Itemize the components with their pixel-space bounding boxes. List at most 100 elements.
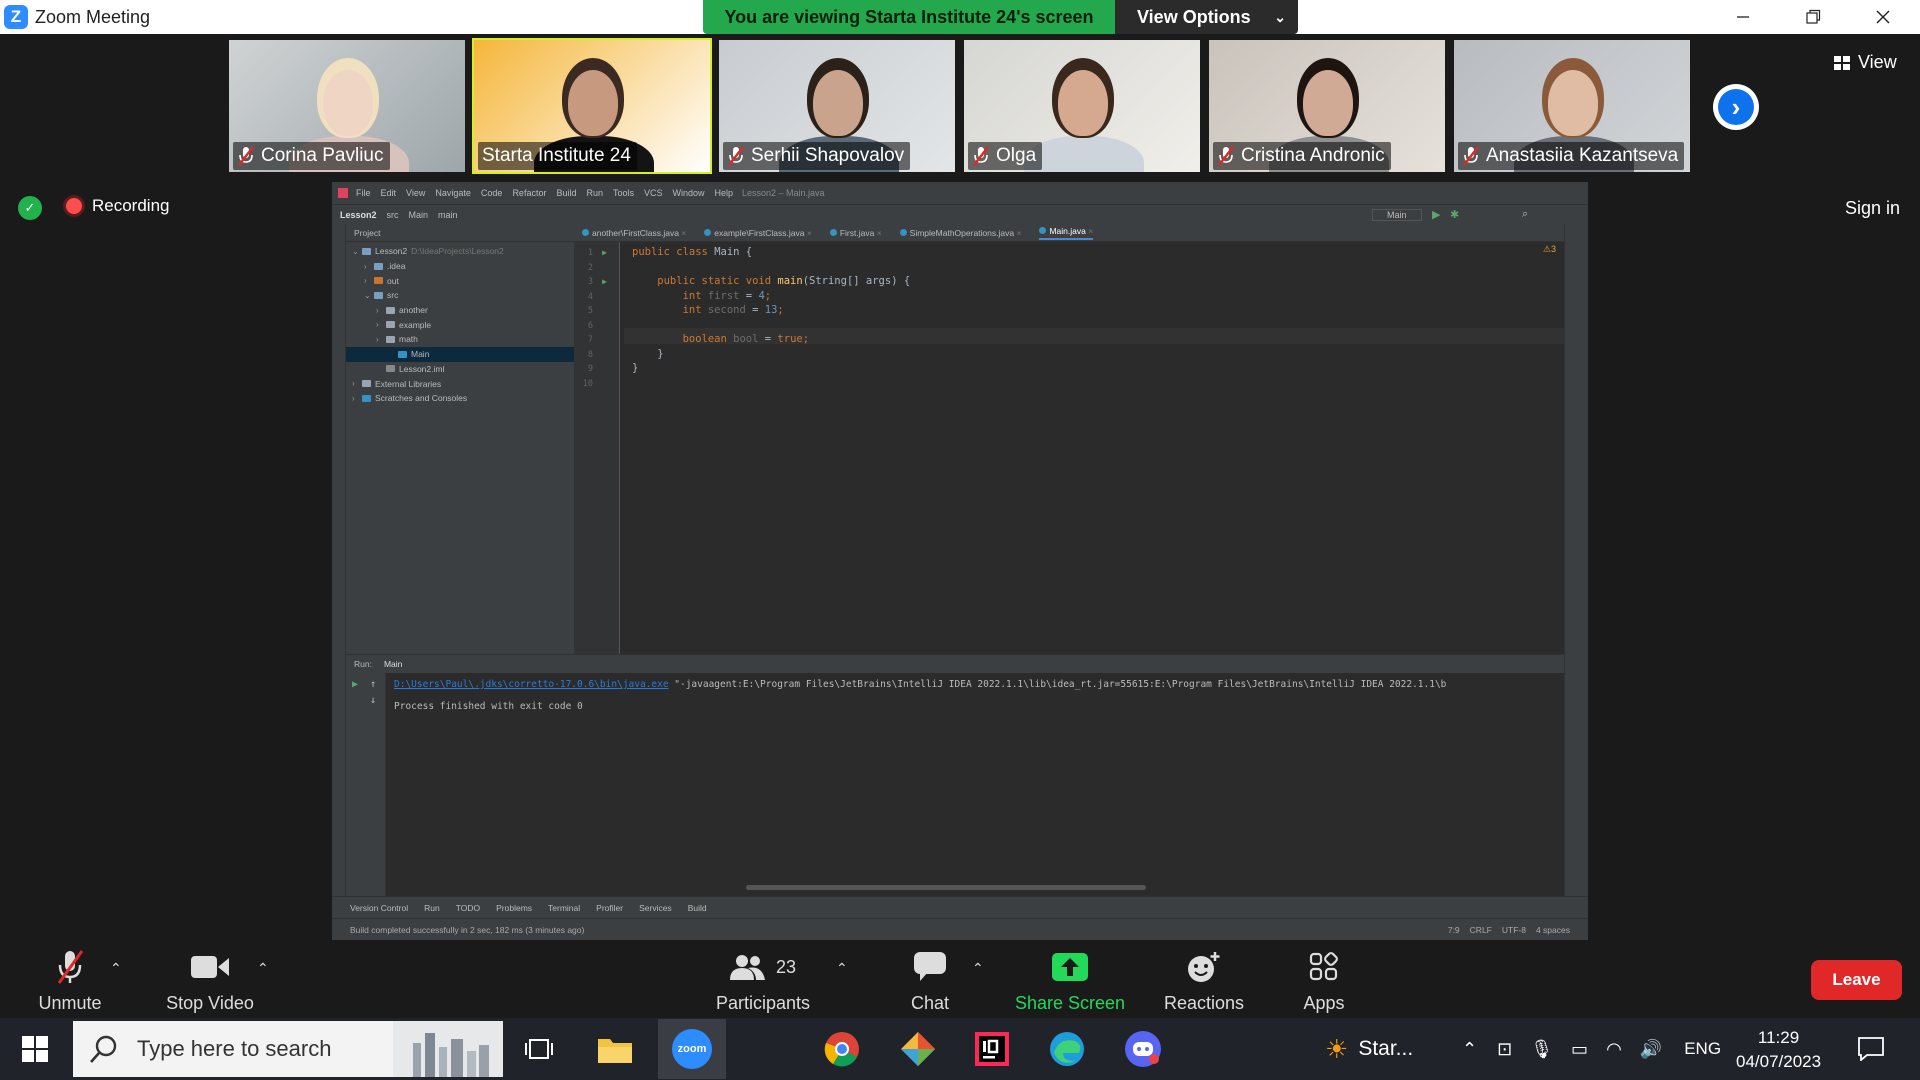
video-tile[interactable]: Olga: [962, 38, 1202, 174]
editor-tab[interactable]: First.java ×: [829, 228, 882, 238]
ide-tool-tab[interactable]: Profiler: [596, 903, 623, 913]
debug-icon[interactable]: ✱: [1450, 208, 1459, 221]
chat-button[interactable]: Chat: [900, 942, 960, 1018]
close-tab-icon[interactable]: ×: [807, 228, 812, 238]
unmute-button[interactable]: Unmute: [24, 942, 116, 1018]
code-editor[interactable]: ⚠3 public class Main { public static voi…: [624, 242, 1564, 654]
volume-icon[interactable]: 🔊: [1640, 1039, 1662, 1060]
run-config-select[interactable]: Main: [1372, 208, 1422, 221]
video-tile[interactable]: Starta Institute 24: [472, 38, 712, 174]
video-options-caret-icon[interactable]: ⌃: [257, 960, 269, 977]
project-tree-node[interactable]: › math: [346, 332, 574, 347]
ide-menu-item[interactable]: Help: [715, 188, 734, 198]
ide-tool-tab[interactable]: Version Control: [350, 903, 408, 913]
restore-button[interactable]: [1784, 0, 1842, 34]
project-tree-node[interactable]: › .idea: [346, 259, 574, 274]
participants-button[interactable]: 23 Participants: [713, 942, 813, 1018]
breadcrumb-project[interactable]: Lesson2: [340, 210, 377, 220]
gutter-run-icon[interactable]: ▶: [602, 248, 607, 257]
project-tree-node[interactable]: › out: [346, 273, 574, 288]
intellij-taskbar-icon[interactable]: [971, 1028, 1013, 1070]
gutter-run-icon[interactable]: ▶: [602, 277, 607, 286]
status-bar-item[interactable]: CRLF: [1470, 925, 1492, 935]
ide-menu-item[interactable]: Refactor: [512, 188, 546, 198]
run-tab-main[interactable]: Main: [384, 659, 402, 669]
breadcrumb-class[interactable]: Main: [409, 210, 429, 220]
chevron-up-icon[interactable]: ⌃: [1462, 1039, 1477, 1060]
project-tree-node[interactable]: ⌄ Lesson2 D:\IdeaProjects\Lesson2: [346, 244, 574, 259]
warnings-count[interactable]: ⚠3: [1543, 244, 1556, 255]
project-tree-node[interactable]: Main: [346, 346, 574, 362]
language-indicator[interactable]: ENG: [1684, 1039, 1721, 1059]
wifi-icon[interactable]: ◠: [1606, 1039, 1622, 1060]
video-tile[interactable]: Serhii Shapovalov: [717, 38, 957, 174]
chrome-icon[interactable]: [821, 1028, 863, 1070]
ide-menu-item[interactable]: Window: [673, 188, 705, 198]
status-bar-item[interactable]: UTF-8: [1502, 925, 1526, 935]
shared-screen-ide[interactable]: File Edit View Navigate Code Refactor Build Run…: [332, 182, 1588, 940]
project-tree-node[interactable]: › another: [346, 303, 574, 318]
project-tree-node[interactable]: ⌄ src: [346, 288, 574, 303]
edge-icon[interactable]: [1046, 1028, 1088, 1070]
ide-menu-item[interactable]: Build: [556, 188, 576, 198]
breadcrumb-method[interactable]: main: [438, 210, 458, 220]
leave-button[interactable]: Leave: [1811, 960, 1902, 1000]
sign-in-link[interactable]: Sign in: [1845, 198, 1900, 219]
java-exe-link[interactable]: D:\Users\Paul\.jdks\corretto-17.0.6\bin\…: [394, 679, 669, 690]
taskbar-clock[interactable]: 11:29 04/07/2023: [1736, 1026, 1821, 1074]
notifications-icon[interactable]: [1850, 1028, 1892, 1070]
shield-check-icon[interactable]: ✓: [18, 196, 42, 220]
ide-menu-item[interactable]: Code: [481, 188, 503, 198]
file-explorer-icon[interactable]: [594, 1028, 636, 1070]
share-screen-button[interactable]: Share Screen: [1010, 942, 1130, 1018]
breadcrumb-src[interactable]: src: [387, 210, 399, 220]
ide-menu-item[interactable]: Tools: [613, 188, 634, 198]
battery-icon[interactable]: ▭: [1571, 1039, 1588, 1060]
minimize-button[interactable]: [1714, 0, 1772, 34]
ide-tool-tab[interactable]: Problems: [496, 903, 532, 913]
taskbar-search-box[interactable]: Type here to search: [73, 1021, 503, 1077]
ide-tool-tab[interactable]: Terminal: [548, 903, 580, 913]
chat-caret-icon[interactable]: ⌃: [972, 960, 984, 977]
windows-start-button[interactable]: [16, 1034, 52, 1064]
apps-button[interactable]: Apps: [1284, 942, 1364, 1018]
zoom-taskbar-icon[interactable]: zoom: [671, 1028, 713, 1070]
reactions-button[interactable]: Reactions: [1156, 942, 1252, 1018]
discord-icon[interactable]: [1122, 1028, 1164, 1070]
ide-menu-item[interactable]: Edit: [381, 188, 397, 198]
stop-video-button[interactable]: Stop Video: [160, 942, 260, 1018]
close-tab-icon[interactable]: ×: [877, 228, 882, 238]
audio-options-caret-icon[interactable]: ⌃: [110, 960, 122, 977]
close-tab-icon[interactable]: ×: [681, 228, 686, 238]
editor-tab[interactable]: another\FirstClass.java ×: [582, 228, 686, 238]
next-page-button[interactable]: ›: [1713, 84, 1759, 130]
editor-tab[interactable]: Main.java ×: [1039, 226, 1094, 240]
ide-tool-tab[interactable]: Run: [424, 903, 440, 913]
status-bar-item[interactable]: 7:9: [1448, 925, 1460, 935]
ide-tool-tab[interactable]: Services: [639, 903, 672, 913]
video-tile[interactable]: Anastasiia Kazantseva: [1452, 38, 1692, 174]
editor-tab[interactable]: example\FirstClass.java ×: [704, 228, 812, 238]
status-bar-item[interactable]: 4 spaces: [1536, 925, 1570, 935]
search-icon[interactable]: ⌕: [1522, 208, 1528, 221]
run-output-scrollbar[interactable]: [746, 885, 1146, 890]
recording-indicator[interactable]: Recording: [66, 196, 170, 216]
task-view-icon[interactable]: [518, 1028, 560, 1070]
project-tree-node[interactable]: › External Libraries: [346, 376, 574, 391]
ide-menu-item[interactable]: Navigate: [435, 188, 471, 198]
meet-now-icon[interactable]: ⊡: [1497, 1039, 1512, 1060]
close-tab-icon[interactable]: ×: [1016, 228, 1021, 238]
video-tile[interactable]: Cristina Andronic: [1207, 38, 1447, 174]
ide-menu-item[interactable]: VCS: [644, 188, 663, 198]
project-tree-node[interactable]: Lesson2.iml: [346, 362, 574, 377]
video-tile[interactable]: Corina Pavliuc: [227, 38, 467, 174]
scroll-up-icon[interactable]: ↑: [370, 679, 376, 690]
run-icon[interactable]: ▶: [1432, 208, 1440, 221]
ide-tool-tab[interactable]: TODO: [456, 903, 480, 913]
ide-menu-item[interactable]: View: [406, 188, 425, 198]
participants-caret-icon[interactable]: ⌃: [836, 960, 848, 977]
ide-menu-item[interactable]: Run: [586, 188, 603, 198]
scroll-down-icon[interactable]: ↓: [370, 695, 376, 706]
weather-widget[interactable]: ☀ Star...: [1325, 1028, 1445, 1070]
view-options-button[interactable]: View Options ⌄: [1115, 0, 1298, 34]
